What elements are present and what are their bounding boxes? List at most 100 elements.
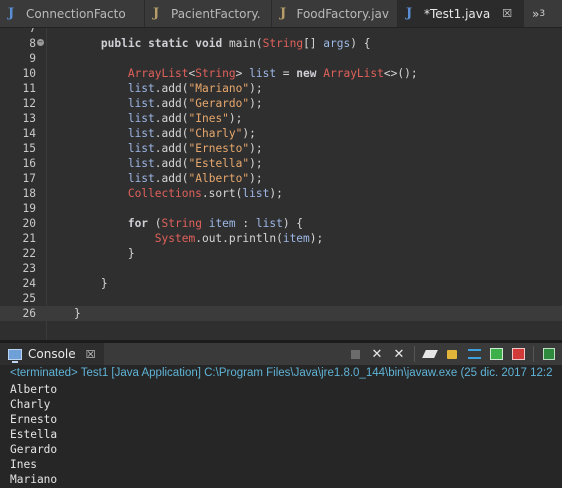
tab-connection-factory[interactable]: J ConnectionFacto (0, 0, 145, 27)
java-file-icon: J (406, 5, 413, 21)
console-output-line: Gerardo (10, 443, 58, 456)
code-text: } (47, 277, 108, 290)
code-line[interactable]: 24 } (0, 276, 562, 291)
show-on-stdout-icon[interactable] (487, 345, 505, 363)
toolbar-separator (414, 346, 415, 362)
line-number: 7 (29, 28, 36, 35)
code-line[interactable]: 22 } (0, 246, 562, 261)
code-text: ArrayList<String> list = new ArrayList<>… (127, 67, 418, 80)
close-icon[interactable]: ☒ (502, 7, 512, 20)
line-number: 22 (22, 247, 36, 260)
console-output-line: Charly (10, 398, 51, 411)
code-line[interactable]: 23 (0, 261, 562, 276)
chevron-double-right-icon: » (532, 6, 540, 21)
line-number: 17 (22, 172, 36, 185)
line-number: 15 (22, 142, 36, 155)
line-number: 9 (29, 52, 36, 65)
code-line[interactable]: 19 (0, 201, 562, 216)
scroll-lock-icon[interactable] (443, 345, 461, 363)
java-file-icon: J (153, 5, 160, 21)
console-output-line: Mariano (10, 473, 58, 486)
java-file-icon: J (8, 5, 15, 21)
code-line[interactable]: 11 list.add("Mariano"); (0, 81, 562, 96)
console-toolbar: ✕ ✕ (346, 345, 558, 363)
console-view-header: Console ☒ ✕ ✕ (0, 343, 562, 365)
tab-test1[interactable]: J *Test1.java ☒ (398, 0, 524, 27)
code-line[interactable]: 8− public static void main(String[] args… (0, 36, 562, 51)
code-text: System.out.println(item); (154, 232, 324, 245)
code-editor[interactable]: 7 8− public static void main(String[] ar… (0, 28, 562, 340)
console-icon (8, 348, 22, 363)
code-text: list.add("Gerardo"); (127, 97, 263, 110)
tab-label: ConnectionFacto (26, 6, 126, 21)
line-number: 16 (22, 157, 36, 170)
code-text: list.add("Ernesto"); (127, 142, 263, 155)
code-text: } (47, 307, 81, 320)
code-line[interactable]: 25 (0, 291, 562, 306)
tab-pacient-factory[interactable]: J PacientFactory. (145, 0, 272, 27)
tab-overflow-button[interactable]: » 3 (524, 0, 545, 27)
code-text: list.add("Alberto"); (127, 172, 263, 185)
line-number: 14 (22, 127, 36, 140)
tab-console[interactable]: Console ☒ (0, 343, 104, 365)
toolbar-separator (533, 346, 534, 362)
code-line[interactable]: 26 } (0, 306, 562, 321)
code-line[interactable]: 15 list.add("Ernesto"); (0, 141, 562, 156)
line-number: 8 (29, 37, 36, 50)
line-number: 18 (22, 187, 36, 200)
line-number: 26 (22, 307, 36, 320)
line-number: 12 (22, 97, 36, 110)
console-output-line: Ernesto (10, 413, 58, 426)
show-on-stderr-icon[interactable] (509, 345, 527, 363)
line-number: 19 (22, 202, 36, 215)
line-number: 20 (22, 217, 36, 230)
code-line[interactable]: 13 list.add("Ines"); (0, 111, 562, 126)
line-number: 25 (22, 292, 36, 305)
fold-toggle-icon[interactable]: − (37, 39, 44, 46)
console-output-line: Estella (10, 428, 58, 441)
line-number: 11 (22, 82, 36, 95)
code-text: Collections.sort(list); (127, 187, 283, 200)
code-line[interactable]: 14 list.add("Charly"); (0, 126, 562, 141)
code-text: list.add("Estella"); (127, 157, 263, 170)
console-status: <terminated> Test1 [Java Application] C:… (10, 367, 553, 379)
tab-label: FoodFactory.jav (296, 6, 389, 21)
code-line[interactable]: 21 System.out.println(item); (0, 231, 562, 246)
code-line[interactable]: 7 (0, 28, 562, 36)
tab-overflow-count: 3 (539, 8, 546, 19)
close-icon[interactable]: ☒ (86, 348, 96, 361)
code-text: list.add("Ines"); (127, 112, 243, 125)
tab-food-factory[interactable]: J FoodFactory.jav (272, 0, 398, 27)
clear-console-icon[interactable] (421, 345, 439, 363)
console-output-line: Alberto (10, 383, 58, 396)
code-line[interactable]: 12 list.add("Gerardo"); (0, 96, 562, 111)
line-number: 24 (22, 277, 36, 290)
code-line[interactable]: 16 list.add("Estella"); (0, 156, 562, 171)
terminate-icon[interactable] (346, 345, 364, 363)
code-line[interactable]: 10 ArrayList<String> list = new ArrayLis… (0, 66, 562, 81)
editor-tab-bar: J ConnectionFacto J PacientFactory. J Fo… (0, 0, 562, 28)
code-line[interactable]: 9 (0, 51, 562, 66)
code-text: for (String item : list) { (127, 217, 304, 230)
code-line[interactable]: 18 Collections.sort(list); (0, 186, 562, 201)
console-output[interactable]: <terminated> Test1 [Java Application] C:… (0, 365, 562, 488)
line-number: 23 (22, 262, 36, 275)
line-number: 13 (22, 112, 36, 125)
pin-console-icon[interactable] (540, 345, 558, 363)
line-number: 21 (22, 232, 36, 245)
code-line[interactable]: 17 list.add("Alberto"); (0, 171, 562, 186)
code-text: public static void main(String[] args) { (100, 37, 371, 50)
remove-launch-icon[interactable]: ✕ (368, 345, 386, 363)
remove-all-terminated-icon[interactable]: ✕ (390, 345, 408, 363)
code-line[interactable]: 20 for (String item : list) { (0, 216, 562, 231)
console-tab-label: Console (28, 347, 76, 361)
tab-label: *Test1.java (424, 6, 491, 21)
java-file-icon: J (280, 5, 287, 21)
line-number: 10 (22, 67, 36, 80)
word-wrap-icon[interactable] (465, 345, 483, 363)
